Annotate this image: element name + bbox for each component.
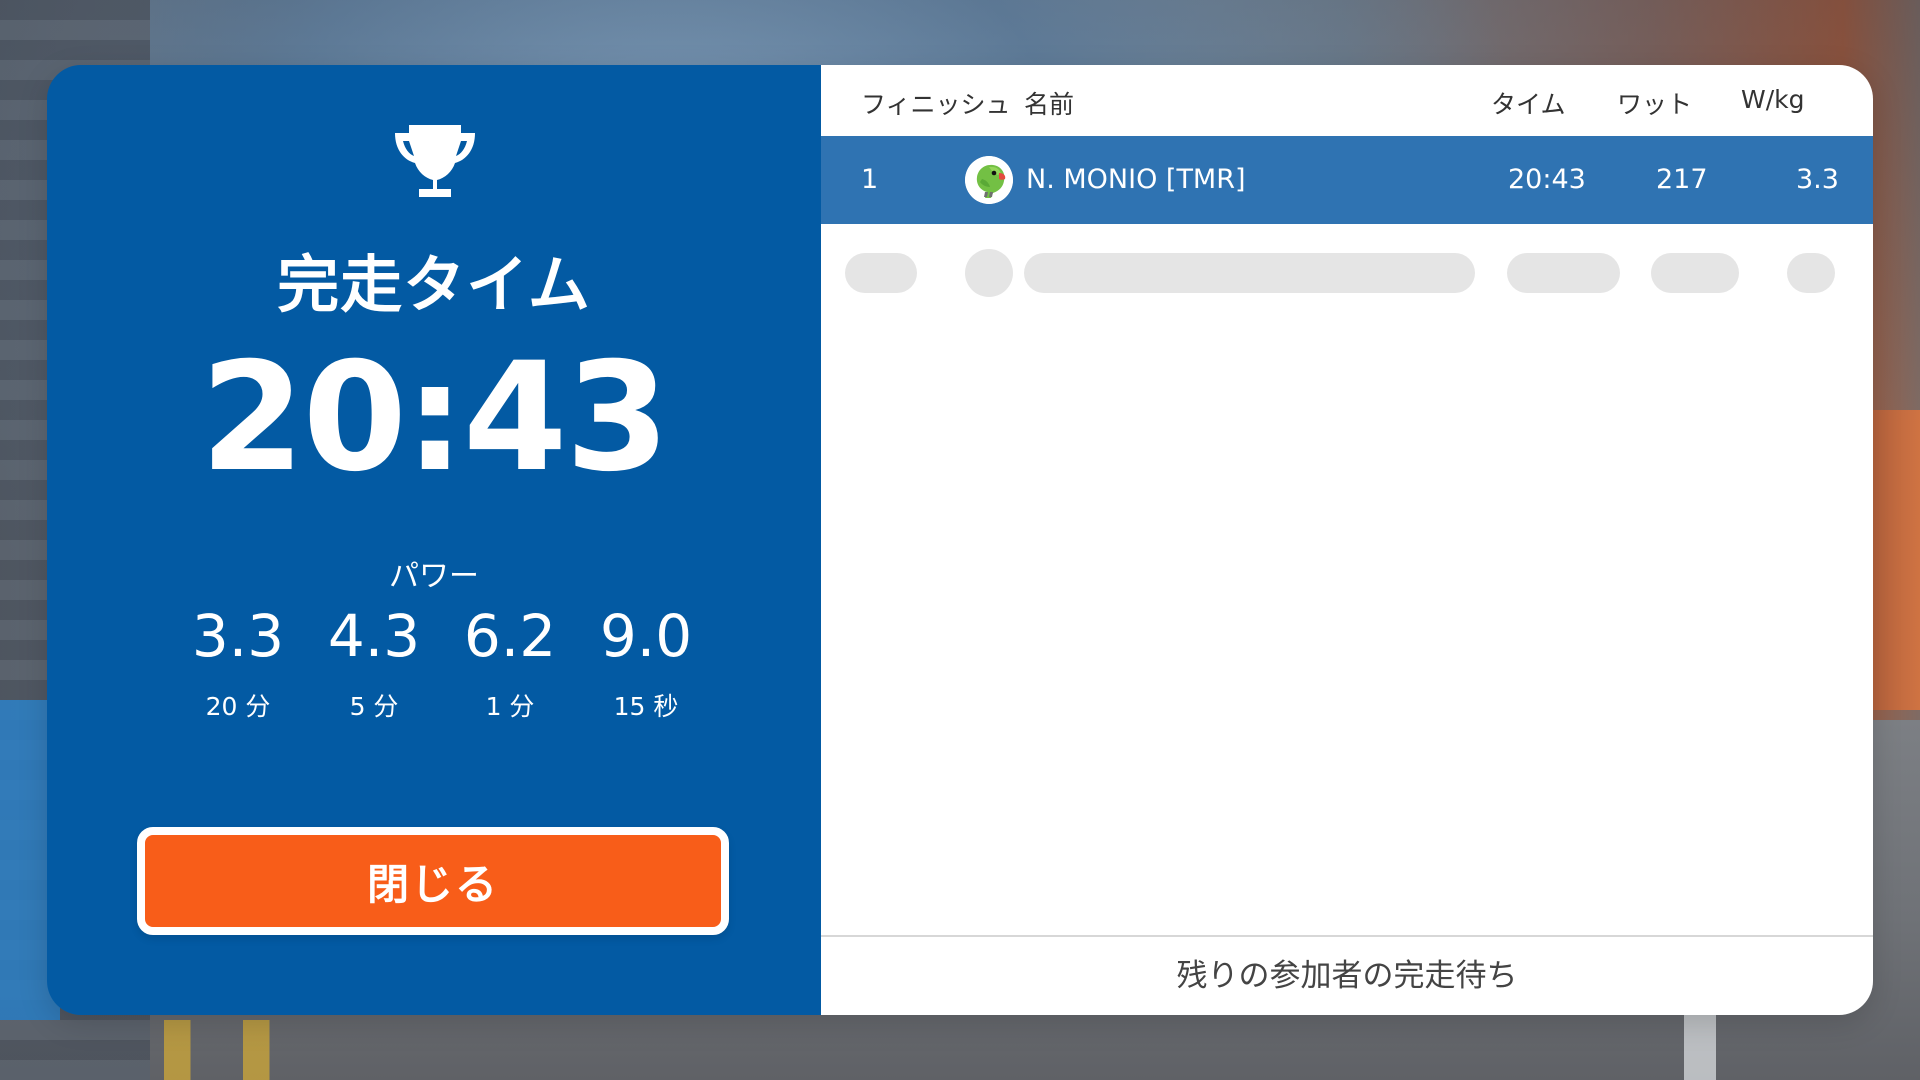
loading-row	[821, 247, 1873, 297]
power-stat-1min: 6.2 1 分	[442, 602, 578, 723]
close-button[interactable]: 閉じる	[137, 827, 729, 935]
trophy-icon	[393, 117, 477, 201]
header-time: タイム	[1491, 90, 1566, 119]
loading-watt-placeholder	[1651, 253, 1739, 293]
power-duration: 1 分	[485, 691, 535, 721]
row-time: 20:43	[1508, 164, 1586, 195]
loading-name-placeholder	[1024, 253, 1475, 293]
power-duration: 15 秒	[613, 691, 679, 721]
power-value: 9.0	[599, 602, 693, 670]
power-value: 6.2	[463, 602, 557, 670]
power-value: 4.3	[327, 602, 421, 670]
row-wkg: 3.3	[1796, 164, 1839, 195]
header-finish: フィニッシュ	[861, 90, 1011, 119]
table-header: フィニッシュ 名前 タイム ワット W/kg	[821, 65, 1873, 135]
finish-time-title: 完走タイム	[277, 248, 591, 321]
loading-time-placeholder	[1507, 253, 1620, 293]
power-duration: 5 分	[349, 691, 399, 721]
power-duration: 20 分	[205, 691, 271, 721]
row-name: N. MONIO [TMR]	[1026, 164, 1246, 195]
loading-avatar-placeholder	[965, 249, 1013, 297]
power-stat-20min: 3.3 20 分	[170, 602, 306, 723]
finish-time-value: 20:43	[200, 331, 669, 505]
power-stats: 3.3 20 分 4.3 5 分 6.2 1 分 9.0 15 秒	[170, 602, 714, 723]
waiting-status: 残りの参加者の完走待ち	[821, 935, 1873, 1015]
power-label: パワー	[389, 559, 479, 594]
finish-results-panel: 完走タイム 20:43 パワー 3.3 20 分 4.3 5 分 6.2 1 分…	[47, 65, 1873, 1015]
parrot-avatar-icon	[965, 156, 1013, 204]
row-watt: 217	[1656, 164, 1708, 195]
power-value: 3.3	[191, 602, 285, 670]
loading-rank-placeholder	[845, 253, 917, 293]
loading-wkg-placeholder	[1787, 253, 1835, 293]
power-stat-5min: 4.3 5 分	[306, 602, 442, 723]
yellow-road-line	[120, 1020, 340, 1080]
orange-vehicle-background	[1872, 410, 1920, 710]
finish-summary-panel: 完走タイム 20:43 パワー 3.3 20 分 4.3 5 分 6.2 1 分…	[47, 65, 821, 1015]
row-rank: 1	[861, 164, 879, 195]
table-row: 1 N. MONIO [TMR] 20:43 217 3.3	[821, 136, 1873, 224]
header-name: 名前	[1024, 90, 1075, 119]
header-wkg: W/kg	[1741, 85, 1805, 114]
power-stat-15sec: 9.0 15 秒	[578, 602, 714, 723]
header-watt: ワット	[1617, 90, 1693, 119]
results-table: フィニッシュ 名前 タイム ワット W/kg 1 N. MONIO [TMR]	[821, 65, 1873, 1015]
